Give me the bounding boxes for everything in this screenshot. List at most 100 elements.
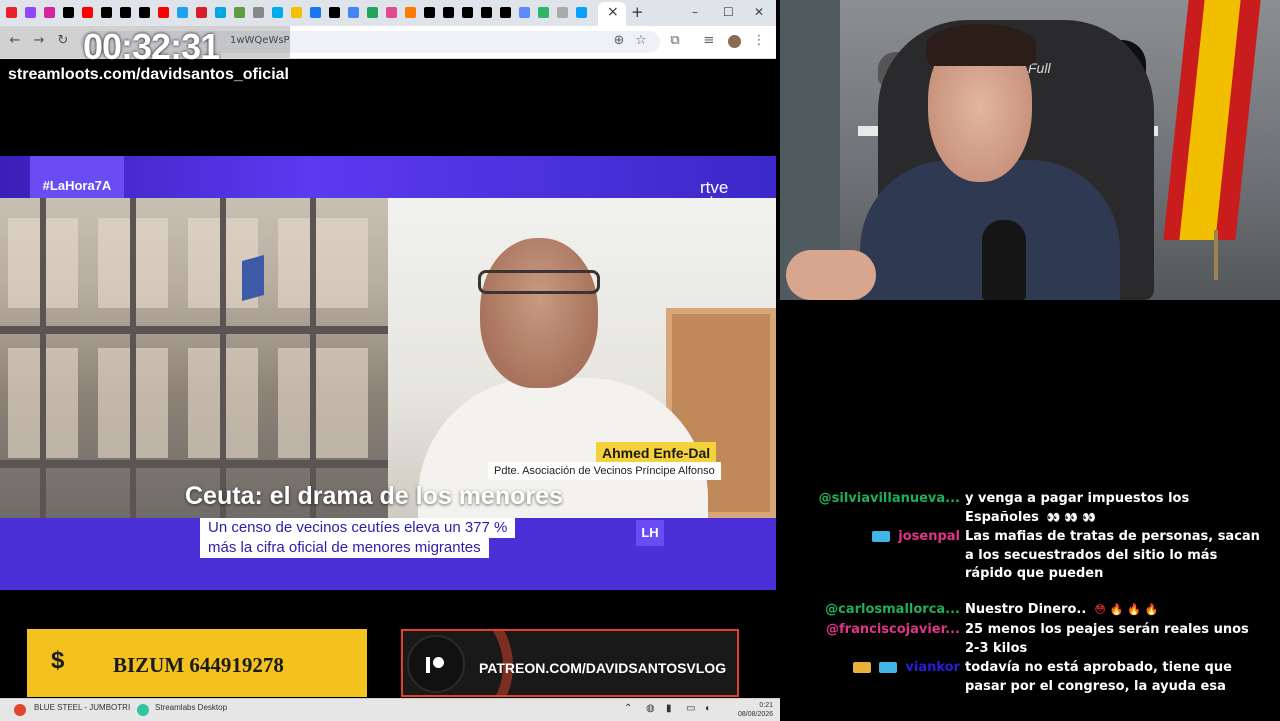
- streamlabs-icon[interactable]: [137, 704, 149, 716]
- patreon-banner: PATREON.COM/DAVIDSANTOSVLOG: [401, 629, 739, 697]
- chat-username[interactable]: @franciscojavier...: [826, 621, 960, 640]
- tab-favicon-icon[interactable]: [63, 7, 74, 18]
- streamloots-link: streamloots.com/davidsantos_oficial: [8, 66, 289, 83]
- host-hand: [786, 250, 876, 300]
- close-window-button[interactable]: ✕: [754, 5, 764, 19]
- bizum-number: BIZUM 644919278: [113, 653, 284, 677]
- stream-timer: 00:32:31: [83, 26, 220, 67]
- tab-favicon-icon[interactable]: [139, 7, 150, 18]
- chat-text: 25 menos los peajes serán reales unos 2-…: [965, 621, 1265, 658]
- tab-favicon-icon[interactable]: [158, 7, 169, 18]
- pinned-tabs: [0, 0, 600, 26]
- tab-favicon-icon[interactable]: [234, 7, 245, 18]
- chat-username[interactable]: @carlosmallorca...: [825, 601, 960, 620]
- chat-text-body: Las mafias de tratas de personas, sacan …: [965, 529, 1260, 582]
- tab-favicon-icon[interactable]: [253, 7, 264, 18]
- news-headline: Ceuta: el drama de los menores: [185, 482, 563, 510]
- chat-text-body: Nuestro Dinero..: [965, 602, 1087, 617]
- chat-username-text: @silviavillanueva...: [818, 491, 960, 506]
- system-clock[interactable]: 0:21 08/08/2026: [738, 701, 773, 719]
- chat-message: @franciscojavier... 25 menos los peajes s…: [780, 621, 1280, 659]
- program-logo: LH: [636, 520, 664, 546]
- display-icon[interactable]: ▭: [686, 703, 695, 714]
- microphone: [982, 220, 1026, 300]
- patreon-icon: [433, 657, 444, 668]
- program-hashtag: #LaHora7A: [30, 156, 124, 198]
- chevron-up-icon[interactable]: ⌃: [624, 703, 632, 714]
- tab-favicon-icon[interactable]: [519, 7, 530, 18]
- clock-date: 08/08/2026: [738, 711, 774, 718]
- taskbar-item-browser[interactable]: BLUE STEEL - JUMBOTRI: [34, 703, 130, 712]
- chat-username[interactable]: josenpal: [872, 528, 960, 547]
- new-tab-button[interactable]: +: [631, 3, 644, 21]
- tab-favicon-icon[interactable]: [424, 7, 435, 18]
- interviewee-name: Ahmed Enfe-Dal: [596, 442, 717, 464]
- menu-kebab-icon[interactable]: ⋮: [750, 33, 768, 48]
- tab-favicon-icon[interactable]: [538, 7, 549, 18]
- tab-favicon-icon[interactable]: [310, 7, 321, 18]
- chat-badge-icon: [853, 662, 872, 673]
- tab-favicon-icon[interactable]: [405, 7, 416, 18]
- bookmark-star-icon[interactable]: ☆: [632, 33, 650, 48]
- tab-favicon-icon[interactable]: [196, 7, 207, 18]
- bizum-banner: $ BIZUM 644919278: [27, 629, 367, 697]
- interviewee-role: Pdte. Asociación de Vecinos Príncipe Alf…: [488, 462, 721, 480]
- tab-favicon-icon[interactable]: [576, 7, 587, 18]
- network-icon[interactable]: ◍: [646, 703, 655, 714]
- extensions-icon[interactable]: ⧉: [666, 33, 684, 48]
- tab-favicon-icon[interactable]: [25, 7, 36, 18]
- minimize-button[interactable]: –: [692, 5, 698, 19]
- brave-icon[interactable]: [14, 704, 26, 716]
- chat-message: @carlosmallorca... Nuestro Dinero.. 😳 🔥 🔥 …: [780, 601, 1280, 621]
- tab-favicon-icon[interactable]: [101, 7, 112, 18]
- tab-favicon-icon[interactable]: [367, 7, 378, 18]
- tab-favicon-icon[interactable]: [120, 7, 131, 18]
- tab-favicon-icon[interactable]: [6, 7, 17, 18]
- close-tab-button[interactable]: ×: [607, 4, 619, 20]
- flag-icon: [242, 255, 264, 301]
- tab-favicon-icon[interactable]: [481, 7, 492, 18]
- tab-favicon-icon[interactable]: [177, 7, 188, 18]
- tab-favicon-icon[interactable]: [329, 7, 340, 18]
- tab-favicon-icon[interactable]: [215, 7, 226, 18]
- chat-username-text: @franciscojavier...: [826, 622, 960, 637]
- tab-favicon-icon[interactable]: [386, 7, 397, 18]
- flag-pole: [1214, 230, 1218, 280]
- chat-username-text: viankor: [905, 660, 960, 675]
- glasses-icon: [478, 270, 600, 294]
- clock-time: 0:21: [759, 702, 774, 709]
- tab-favicon-icon[interactable]: [462, 7, 473, 18]
- chat-message: josenpal Las mafias de tratas de personas…: [780, 528, 1280, 604]
- volume-icon[interactable]: ◖: [704, 703, 710, 714]
- chat-username[interactable]: @silviavillanueva...: [819, 490, 960, 509]
- chat-emotes: 😳 🔥 🔥 🔥: [1094, 603, 1159, 616]
- chat-message: @silviavillanueva... y venga a pagar impu…: [780, 490, 1280, 528]
- chat-username[interactable]: viankor: [853, 659, 960, 678]
- tab-favicon-icon[interactable]: [291, 7, 302, 18]
- webcam-feed: Full: [780, 0, 1280, 300]
- active-tab[interactable]: ×: [598, 2, 626, 26]
- subtitle-line-2: más la cifra oficial de menores migrante…: [200, 538, 489, 558]
- maximize-button[interactable]: ☐: [723, 5, 734, 19]
- video-player[interactable]: #LaHora7A rtve play Ahmed Enfe-Dal Pdte.…: [0, 156, 776, 590]
- chat-username-text: @carlosmallorca...: [825, 602, 960, 617]
- media-control-icon[interactable]: ≡: [700, 33, 718, 48]
- chat-message: viankor todavía no está aprobado, tiene q…: [780, 659, 1280, 716]
- microphone-icon[interactable]: ▮: [666, 703, 672, 714]
- tab-favicon-icon[interactable]: [348, 7, 359, 18]
- profile-avatar[interactable]: [728, 35, 741, 48]
- taskbar-item-streamlabs[interactable]: Streamlabs Desktop: [155, 703, 227, 712]
- tab-favicon-icon[interactable]: [557, 7, 568, 18]
- zoom-icon[interactable]: ⊕: [610, 33, 628, 48]
- tab-favicon-icon[interactable]: [272, 7, 283, 18]
- tab-favicon-icon[interactable]: [82, 7, 93, 18]
- chat-text-body: 25 menos los peajes serán reales unos 2-…: [965, 622, 1249, 656]
- chat-username-text: josenpal: [898, 529, 960, 544]
- tab-favicon-icon[interactable]: [500, 7, 511, 18]
- chat-badge-icon: [879, 662, 898, 673]
- host-hair: [926, 24, 1036, 66]
- chat-text: y venga a pagar impuestos los Españoles 👀…: [965, 490, 1265, 527]
- tab-favicon-icon[interactable]: [443, 7, 454, 18]
- tab-favicon-icon[interactable]: [44, 7, 55, 18]
- chat-emotes: 👀 👀 👀: [1046, 510, 1096, 524]
